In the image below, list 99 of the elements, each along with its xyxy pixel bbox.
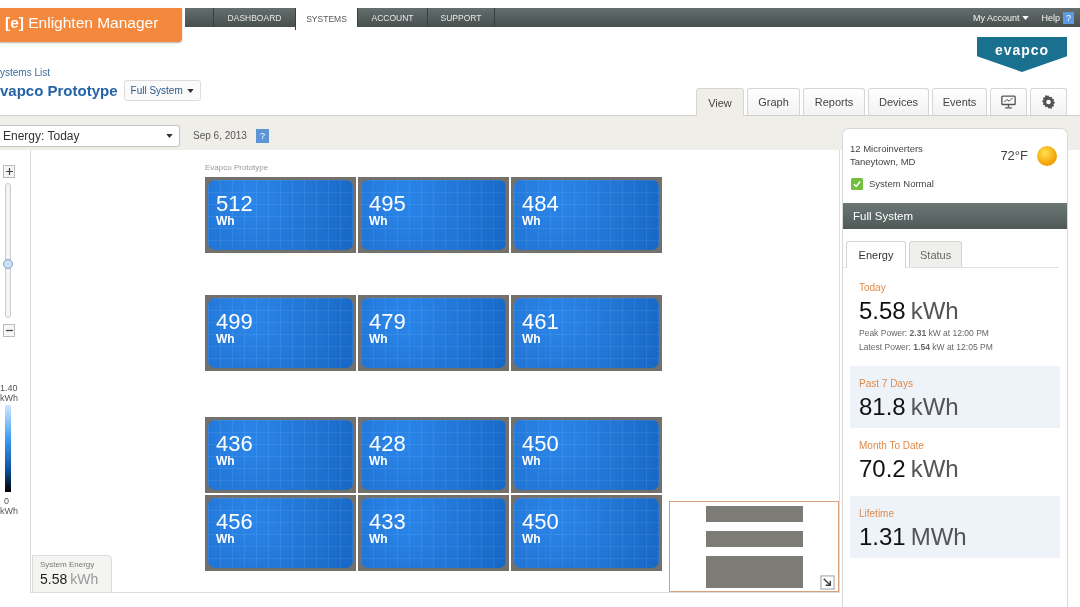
energy-value: 450 <box>522 433 559 455</box>
view-tab[interactable]: Devices <box>868 88 929 115</box>
solar-panel[interactable]: 495 Wh <box>358 177 509 253</box>
unit-label: Wh <box>216 215 235 228</box>
sun-icon <box>1037 145 1057 166</box>
account-menu[interactable]: My Account <box>966 8 1036 27</box>
solar-panel[interactable]: 461 Wh <box>511 295 662 371</box>
settings-tab[interactable] <box>1030 88 1067 115</box>
nav-tab[interactable]: SUPPORT <box>427 8 495 27</box>
solar-panel[interactable]: 450 Wh <box>511 495 662 571</box>
energy-value: 479 <box>369 311 406 333</box>
summary-tab[interactable]: Status <box>909 241 963 267</box>
help-icon: ? <box>1063 11 1074 24</box>
view-dropdown[interactable]: Full System <box>123 80 201 101</box>
unit-label: Wh <box>369 533 388 546</box>
scale-unit-label: kWh <box>0 506 18 516</box>
energy-value: 456 <box>216 511 253 533</box>
stat-label: Lifetime <box>859 508 895 520</box>
solar-panel[interactable]: 456 Wh <box>205 495 356 571</box>
minus-icon <box>5 327 13 334</box>
stat-unit: kWh <box>910 454 959 484</box>
minimap[interactable] <box>669 501 839 592</box>
stat-detail: Latest Power: 1.54 kW at 12:05 PM <box>859 341 994 354</box>
inverter-count: 12 Microinverters <box>850 142 923 155</box>
solar-panel[interactable]: 512 Wh <box>205 177 356 253</box>
array-label: Evapco Prototype <box>205 163 270 173</box>
stat-label: Today <box>859 282 887 294</box>
stat-value: 70.2 <box>859 454 906 484</box>
stat-detail: Peak Power: 2.31 kW at 12:00 PM <box>859 327 990 340</box>
nav-tab[interactable]: ACCOUNT <box>357 8 427 27</box>
unit-label: Wh <box>216 455 235 468</box>
system-title: vapco Prototype <box>0 82 118 99</box>
unit-label: Wh <box>522 455 541 468</box>
energy-value: 428 <box>369 433 406 455</box>
stat-label: Past 7 Days <box>859 378 914 390</box>
solar-panel[interactable]: 479 Wh <box>358 295 509 371</box>
stat-unit: MWh <box>910 522 967 552</box>
breadcrumb-link[interactable]: ystems List <box>0 67 201 79</box>
energy-value: 450 <box>522 511 559 533</box>
status-label: System Normal <box>869 177 934 190</box>
brand-logo: evapco <box>977 37 1067 72</box>
scale-unit-label: kWh <box>0 393 18 403</box>
stat-value: 1.31 <box>859 522 906 552</box>
unit-label: Wh <box>522 215 541 228</box>
system-energy-unit: kWh <box>70 570 99 588</box>
help-icon[interactable]: ? <box>255 129 269 143</box>
display-tab[interactable] <box>990 88 1027 115</box>
energy-value: 433 <box>369 511 406 533</box>
help-link[interactable]: Help ? <box>1035 8 1080 27</box>
zoom-out-button[interactable] <box>3 324 15 337</box>
unit-label: Wh <box>522 533 541 546</box>
caret-icon <box>1022 15 1030 20</box>
summary-tab[interactable]: Energy <box>846 241 906 268</box>
section-header: Full System <box>843 203 1067 229</box>
energy-value: 512 <box>216 193 253 215</box>
metric-dropdown[interactable]: Energy: Today <box>0 125 180 147</box>
system-energy-label: System Energy <box>40 560 95 570</box>
solar-panel[interactable]: 428 Wh <box>358 417 509 493</box>
energy-value: 495 <box>369 193 406 215</box>
solar-panel[interactable]: 499 Wh <box>205 295 356 371</box>
unit-label: Wh <box>369 455 388 468</box>
unit-label: Wh <box>216 333 235 346</box>
settings-icon <box>1041 95 1056 109</box>
scale-max-label: 1.40 <box>0 383 18 393</box>
solar-panel[interactable]: 433 Wh <box>358 495 509 571</box>
unit-label: Wh <box>522 333 541 346</box>
location-label: Taneytown, MD <box>850 155 917 168</box>
energy-value: 484 <box>522 193 559 215</box>
stat-value: 81.8 <box>859 392 906 422</box>
view-tab[interactable]: Graph <box>747 88 800 115</box>
caret-icon <box>166 134 173 138</box>
view-tab[interactable]: Events <box>932 88 987 115</box>
energy-value: 499 <box>216 311 253 333</box>
stat-unit: kWh <box>910 296 959 326</box>
solar-panel[interactable]: 450 Wh <box>511 417 662 493</box>
stat-label: Month To Date <box>859 440 925 452</box>
unit-label: Wh <box>369 215 388 228</box>
stat-value: 5.58 <box>859 296 906 326</box>
temperature-label: 72°F <box>1000 148 1028 163</box>
nav-tab[interactable]: SYSTEMS <box>295 8 357 30</box>
view-tab[interactable]: Reports <box>803 88 865 115</box>
view-tab[interactable]: View <box>696 88 744 116</box>
zoom-in-button[interactable] <box>3 165 15 178</box>
system-energy-value: 5.58 <box>40 570 68 588</box>
caret-icon <box>186 88 194 93</box>
solar-panel[interactable]: 484 Wh <box>511 177 662 253</box>
date-label: Sep 6, 2013 <box>193 129 247 143</box>
energy-value: 436 <box>216 433 253 455</box>
zoom-slider-track[interactable] <box>5 183 11 318</box>
monitor-icon <box>1001 95 1016 109</box>
energy-value: 461 <box>522 311 559 333</box>
expand-icon[interactable] <box>820 575 835 590</box>
unit-label: Wh <box>216 533 235 546</box>
solar-panel[interactable]: 436 Wh <box>205 417 356 493</box>
stat-unit: kWh <box>910 392 959 422</box>
scale-min-label: 0 <box>4 496 9 506</box>
plus-icon <box>5 168 13 175</box>
unit-label: Wh <box>369 333 388 346</box>
slider-thumb[interactable] <box>3 258 13 269</box>
